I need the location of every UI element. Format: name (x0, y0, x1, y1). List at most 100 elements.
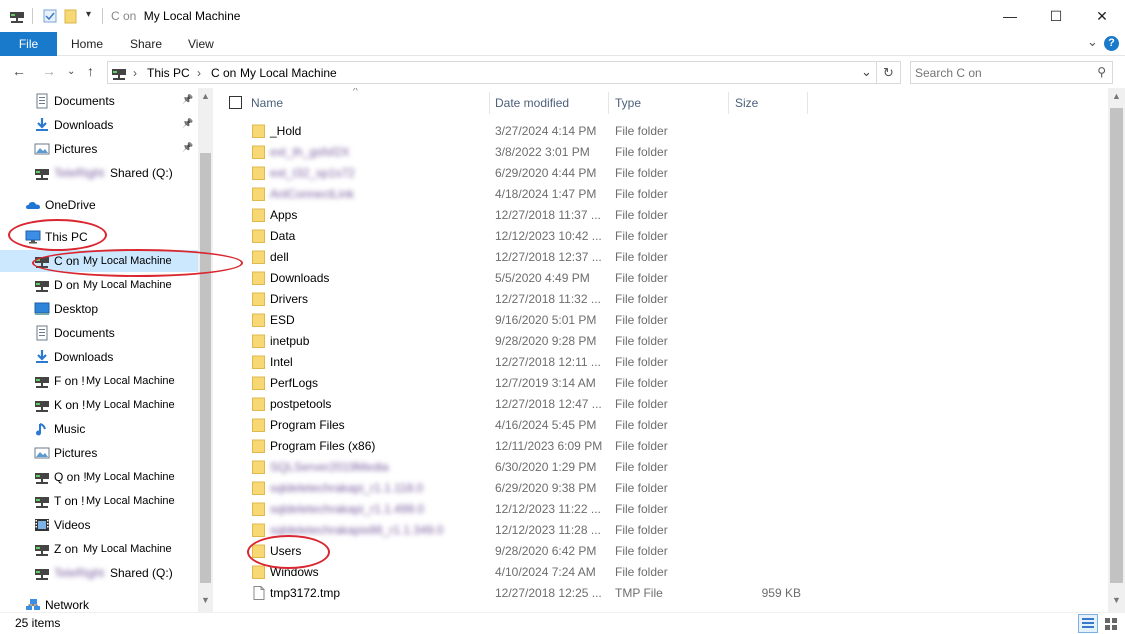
nav-item-onedrive[interactable]: OneDrive (0, 194, 198, 216)
back-arrow-icon[interactable]: ← (12, 63, 26, 79)
recent-locations-icon[interactable]: ⌄ (67, 66, 75, 77)
details-view-icon[interactable] (1078, 614, 1098, 633)
nav-item-pictures[interactable]: Pictures (0, 442, 198, 464)
nav-item-music[interactable]: Music (0, 418, 198, 440)
forward-arrow-icon[interactable]: → (42, 63, 56, 79)
nav-item-t-on[interactable]: T on ! My Local Machine (0, 490, 198, 512)
search-box[interactable]: ⚲ (910, 61, 1113, 84)
ribbon-expand-icon[interactable]: ⌄ (1087, 34, 1098, 50)
file-list-scroll-thumb[interactable] (1110, 108, 1123, 583)
file-row[interactable]: AnlConnectLink 4/18/2024 1:47 PM File fold… (215, 184, 1095, 205)
scroll-down-icon[interactable]: ▼ (201, 595, 210, 605)
select-all-checkbox[interactable] (229, 96, 242, 109)
file-row[interactable]: Program Files 4/16/2024 5:45 PM File folde… (215, 415, 1095, 436)
breadcrumb-drive-prefix[interactable]: C on (211, 66, 236, 80)
nav-item-this-pc[interactable]: This PC (0, 226, 198, 248)
file-row[interactable]: Drivers 12/27/2018 11:32 ... File folder (215, 289, 1095, 310)
file-row[interactable]: Intel 12/27/2018 12:11 ... File folder (215, 352, 1095, 373)
nav-item-k-on[interactable]: K on ! My Local Machine (0, 394, 198, 416)
column-divider[interactable] (728, 92, 729, 114)
nav-item-d-on[interactable]: D on My Local Machine (0, 274, 198, 296)
breadcrumb-drive-name[interactable]: My Local Machine (240, 66, 337, 80)
nav-item-pictures[interactable]: Pictures 📌 (0, 138, 198, 160)
column-divider[interactable] (807, 92, 808, 114)
scroll-up-icon[interactable]: ▲ (201, 91, 210, 101)
nav-scrollbar[interactable]: ▲ ▼ (198, 88, 213, 612)
tab-share[interactable]: Share (130, 37, 162, 51)
column-header-size[interactable]: Size (735, 96, 758, 110)
file-row[interactable]: inetpub 9/28/2020 9:28 PM File folder (215, 331, 1095, 352)
file-row[interactable]: Windows 4/10/2024 7:24 AM File folder (215, 562, 1095, 583)
nav-item-c-on[interactable]: C on My Local Machine (0, 250, 198, 272)
tab-file[interactable]: File (0, 32, 57, 56)
address-dropdown-icon[interactable]: ⌄ (861, 64, 872, 80)
nav-item-label: Pictures (54, 142, 98, 156)
nav-scroll-thumb[interactable] (200, 153, 211, 583)
file-row[interactable]: sqldeletechrakapi_r1.1.499.0 12/12/2023 1… (215, 499, 1095, 520)
file-row[interactable]: sqldeletechrakapix86_r1.1.349.0 12/12/202… (215, 520, 1095, 541)
file-row[interactable]: sqldeletechrakapi_r1.1.118.0 6/29/2020 9:… (215, 478, 1095, 499)
refresh-icon[interactable]: ↻ (877, 61, 901, 84)
breadcrumb-this-pc[interactable]: This PC (147, 66, 190, 80)
file-list-scrollbar[interactable]: ▲ ▼ (1108, 88, 1125, 612)
file-row[interactable]: postpetools 12/27/2018 12:47 ... File fold… (215, 394, 1095, 415)
nav-item-f-on[interactable]: F on ! My Local Machine (0, 370, 198, 392)
file-row[interactable]: Downloads 5/5/2020 4:49 PM File folder (215, 268, 1095, 289)
file-row[interactable]: dell 12/27/2018 12:37 ... File folder (215, 247, 1095, 268)
properties-icon[interactable] (42, 8, 58, 24)
nav-item-desktop[interactable]: Desktop (0, 298, 198, 320)
scroll-up-icon[interactable]: ▲ (1112, 91, 1121, 101)
maximize-button[interactable]: ☐ (1033, 0, 1079, 32)
column-divider[interactable] (608, 92, 609, 114)
scroll-down-icon[interactable]: ▼ (1112, 595, 1121, 605)
up-arrow-icon[interactable]: ↑ (87, 63, 94, 79)
file-row[interactable]: Apps 12/27/2018 11:37 ... File folder (215, 205, 1095, 226)
new-folder-icon[interactable] (63, 8, 79, 24)
file-row[interactable]: ext_th_gsfsf2X 3/8/2022 3:01 PM File folde… (215, 142, 1095, 163)
address-bar[interactable]: › This PC › C on My Local Machine ⌄ (107, 61, 877, 84)
file-row[interactable]: PerfLogs 12/7/2019 3:14 AM File folder (215, 373, 1095, 394)
minimize-button[interactable]: — (987, 0, 1033, 32)
large-icons-view-icon[interactable] (1101, 614, 1121, 633)
file-type: File folder (615, 334, 668, 348)
file-row[interactable]: Users 9/28/2020 6:42 PM File folder (215, 541, 1095, 562)
file-type: File folder (615, 292, 668, 306)
pin-icon[interactable]: 📌 (182, 142, 193, 153)
nav-item-downloads[interactable]: Downloads 📌 (0, 114, 198, 136)
desktop-icon (34, 301, 50, 317)
close-button[interactable]: ✕ (1079, 0, 1125, 32)
nav-item-documents[interactable]: Documents (0, 322, 198, 344)
nav-item-shared-q[interactable]: TeleRight Shared (Q:) (0, 562, 198, 584)
column-header-type[interactable]: Type (615, 96, 641, 110)
tab-home[interactable]: Home (71, 37, 103, 51)
tab-view[interactable]: View (188, 37, 214, 51)
nav-item-shared-q[interactable]: TeleRight Shared (Q:) (0, 162, 198, 184)
breadcrumb-separator-icon[interactable]: › (197, 66, 201, 80)
item-count: 25 items (15, 616, 61, 630)
nav-item-z-on[interactable]: Z on My Local Machine (0, 538, 198, 560)
search-icon[interactable]: ⚲ (1097, 65, 1106, 79)
quick-access-dropdown-icon[interactable]: ▾ (86, 9, 91, 20)
file-row[interactable]: ext_t32_sp1s72 6/29/2020 4:44 PM File fold… (215, 163, 1095, 184)
file-row[interactable]: SQLServer2019Media 6/30/2020 1:29 PM File … (215, 457, 1095, 478)
pin-icon[interactable]: 📌 (182, 94, 193, 105)
nav-item-documents[interactable]: Documents 📌 (0, 90, 198, 112)
column-header-date[interactable]: Date modified (495, 96, 569, 110)
sort-ascending-icon: ^ (353, 88, 358, 97)
nav-item-videos[interactable]: Videos (0, 514, 198, 536)
file-row[interactable]: Program Files (x86) 12/11/2023 6:09 PM Fil… (215, 436, 1095, 457)
folder-icon (252, 523, 266, 537)
breadcrumb-separator-icon[interactable]: › (133, 66, 137, 80)
file-row[interactable]: Data 12/12/2023 10:42 ... File folder (215, 226, 1095, 247)
search-input[interactable] (915, 64, 1085, 81)
pin-icon[interactable]: 📌 (182, 118, 193, 129)
nav-item-network[interactable]: Network (0, 594, 198, 612)
nav-item-downloads[interactable]: Downloads (0, 346, 198, 368)
help-icon[interactable]: ? (1104, 36, 1119, 51)
file-row[interactable]: _Hold 3/27/2024 4:14 PM File folder (215, 121, 1095, 142)
file-row[interactable]: ESD 9/16/2020 5:01 PM File folder (215, 310, 1095, 331)
nav-item-q-on[interactable]: Q on ! My Local Machine (0, 466, 198, 488)
column-header-name[interactable]: Name (251, 96, 283, 110)
column-divider[interactable] (489, 92, 490, 114)
file-row[interactable]: tmp3172.tmp 12/27/2018 12:25 ... TMP File 9… (215, 583, 1095, 604)
